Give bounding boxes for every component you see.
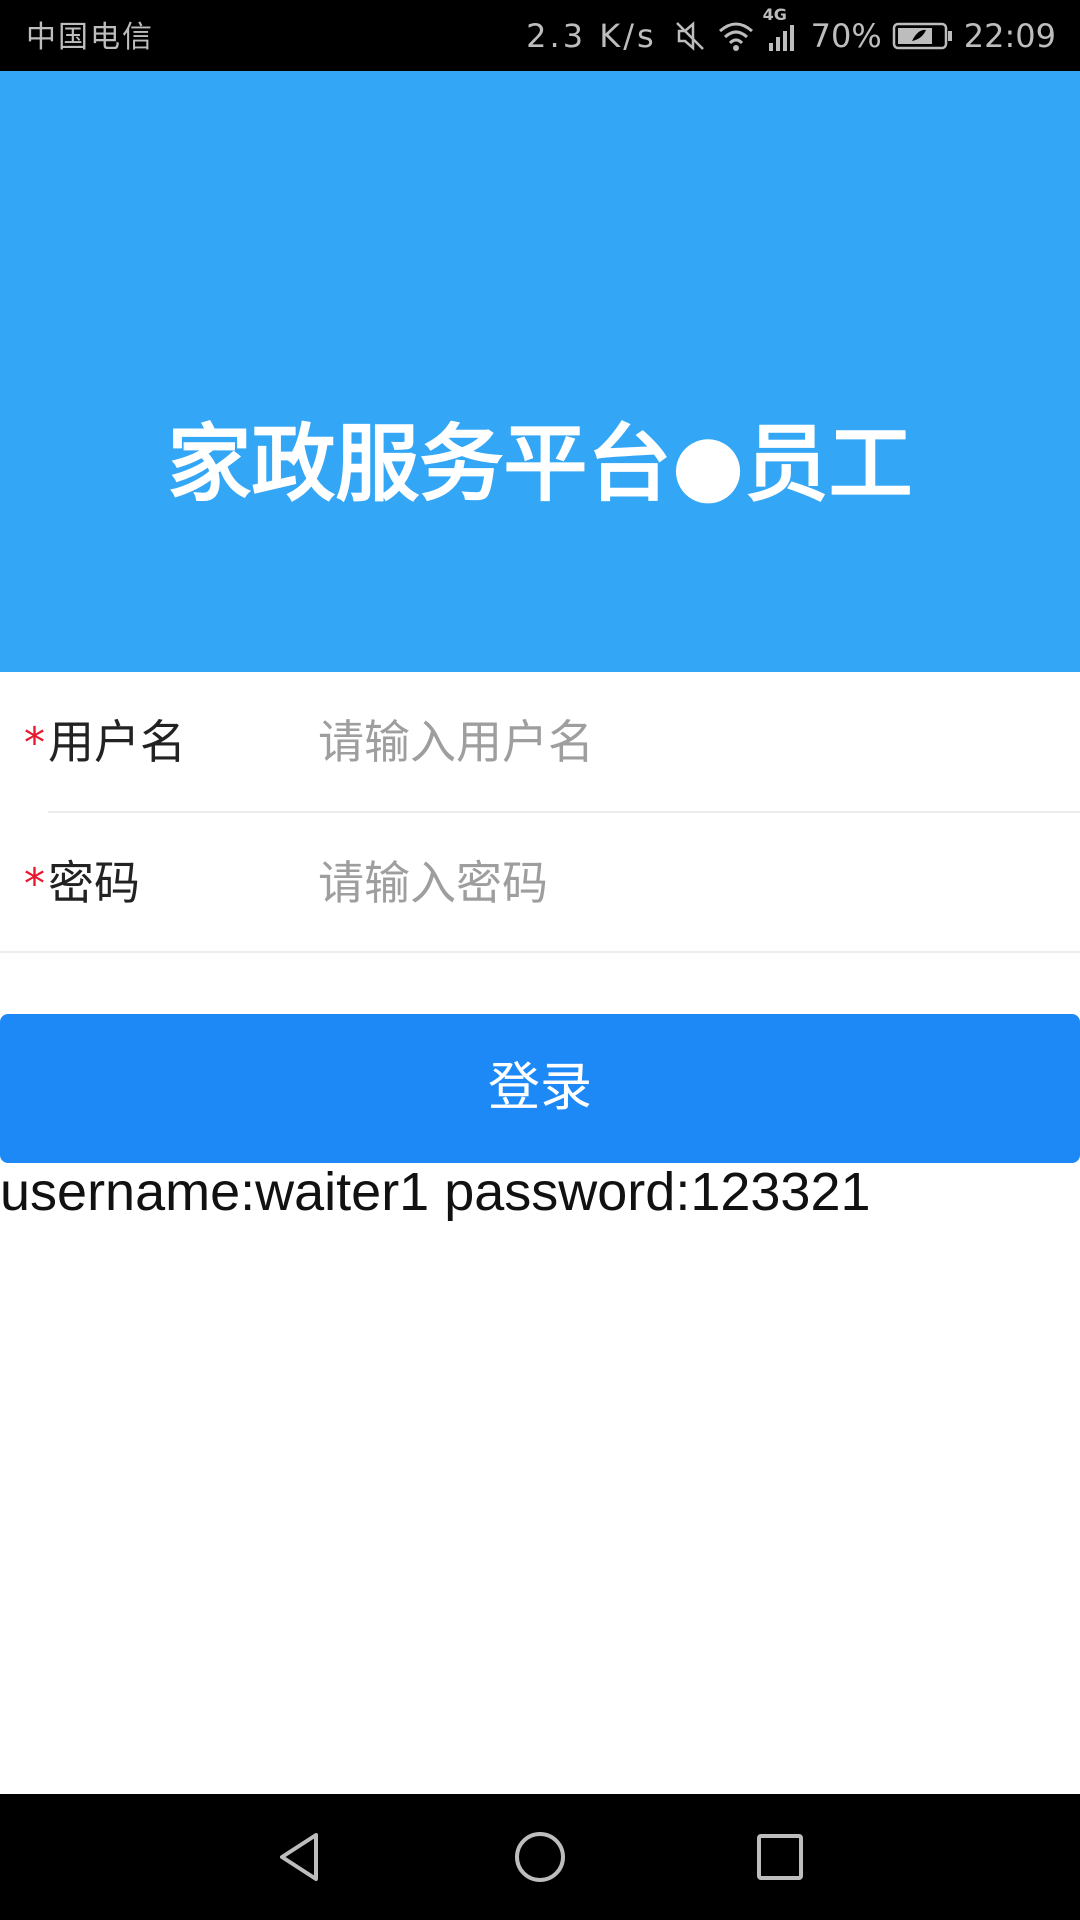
header-banner: 家政服务平台●员工: [0, 71, 1080, 672]
recent-apps-icon[interactable]: [750, 1827, 810, 1887]
username-label: 用户名: [48, 715, 186, 769]
wifi-icon: [717, 19, 755, 53]
required-mark: *: [24, 718, 45, 767]
back-icon[interactable]: [270, 1827, 330, 1887]
battery-icon: [892, 21, 954, 51]
password-input[interactable]: [318, 849, 1038, 917]
status-indicators: 2.3 K/s 4G 70% 22:09: [526, 0, 1056, 71]
password-label: 密码: [48, 856, 140, 910]
carrier-label: 中国电信: [26, 20, 154, 55]
app-title: 家政服务平台●员工: [167, 415, 913, 513]
required-mark: *: [24, 859, 45, 908]
signal-icon: 4G: [763, 5, 801, 53]
mute-icon: [673, 19, 707, 53]
system-nav-bar: [0, 1794, 1080, 1920]
password-row: * 密码: [0, 813, 1080, 953]
status-bar: 中国电信 2.3 K/s 4G 70% 22:09: [0, 0, 1080, 71]
home-icon[interactable]: [510, 1827, 570, 1887]
username-row: * 用户名: [0, 672, 1080, 812]
username-input[interactable]: [318, 708, 1038, 776]
clock: 22:09: [963, 16, 1056, 55]
battery-percent: 70%: [810, 16, 882, 55]
net-speed: 2.3 K/s: [526, 16, 657, 55]
login-button[interactable]: 登录: [0, 1014, 1080, 1163]
divider: [0, 951, 1080, 953]
network-type: 4G: [762, 4, 787, 24]
credentials-hint: username:waiter1 password:123321: [0, 1162, 871, 1222]
